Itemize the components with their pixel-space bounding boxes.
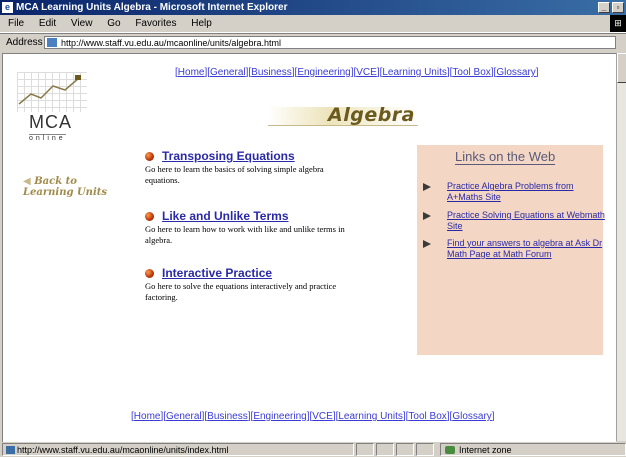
menu-bar: File Edit View Go Favorites Help ⊞ — [0, 15, 626, 33]
status-segment — [416, 443, 434, 456]
arrow-icon — [423, 240, 431, 248]
windows-logo-icon: ⊞ — [610, 15, 626, 32]
web-link-item: Find your answers to algebra at Ask Dr M… — [423, 238, 602, 274]
logo-subtext: online — [29, 134, 66, 142]
menu-edit[interactable]: Edit — [33, 15, 62, 32]
nav-learning-units[interactable]: Learning Units — [338, 411, 402, 422]
bottom-navigation: [Home][General][Business][Engineering][V… — [131, 411, 495, 422]
nav-tool-box[interactable]: Tool Box — [452, 67, 490, 78]
internet-zone-icon — [445, 446, 455, 454]
nav-home[interactable]: Home — [134, 411, 161, 422]
web-link-item: Practice Algebra Problems from A+Maths S… — [423, 181, 601, 205]
back-link-line2: Learning Units — [23, 187, 107, 198]
topic-description: Go here to solve the equations interacti… — [145, 281, 337, 302]
address-bar: Address http://www.staff.vu.edu.au/mcaon… — [0, 33, 626, 52]
minimize-button[interactable]: _ — [598, 2, 610, 13]
topic-item: Like and Unlike Terms Go here to learn h… — [145, 209, 375, 249]
nav-engineering[interactable]: Engineering — [253, 411, 306, 422]
arrow-icon — [423, 183, 431, 191]
web-link-webmath[interactable]: Practice Solving Equations at Webmath Si… — [447, 210, 607, 232]
menu-favorites[interactable]: Favorites — [129, 15, 182, 32]
mca-online-logo[interactable]: MCA online — [17, 72, 87, 142]
zone-text: Internet zone — [459, 445, 512, 455]
page-content: [Home][General][Business][Engineering][V… — [2, 53, 616, 442]
bullet-icon — [145, 212, 154, 221]
topic-link-transposing-equations[interactable]: Transposing Equations — [162, 149, 295, 163]
nav-glossary[interactable]: Glossary — [496, 67, 535, 78]
logo-text: MCA — [29, 112, 72, 132]
topic-link-like-unlike-terms[interactable]: Like and Unlike Terms — [162, 209, 289, 223]
scrollbar-thumb[interactable] — [617, 53, 626, 83]
nav-engineering[interactable]: Engineering — [297, 67, 350, 78]
nav-general[interactable]: General — [210, 67, 246, 78]
address-url: http://www.staff.vu.edu.au/mcaonline/uni… — [61, 38, 281, 48]
topic-item: Interactive Practice Go here to solve th… — [145, 266, 375, 306]
topic-link-interactive-practice[interactable]: Interactive Practice — [162, 266, 272, 280]
web-link-ask-dr-math[interactable]: Find your answers to algebra at Ask Dr M… — [447, 238, 607, 260]
bullet-icon — [145, 269, 154, 278]
nav-business[interactable]: Business — [251, 67, 292, 78]
nav-general[interactable]: General — [166, 411, 202, 422]
window-title: MCA Learning Units Algebra - Microsoft I… — [16, 2, 288, 13]
menu-go[interactable]: Go — [101, 15, 126, 32]
nav-vce[interactable]: VCE — [312, 411, 333, 422]
back-link-line1: Back to — [34, 176, 77, 187]
internet-explorer-icon: e — [2, 2, 13, 13]
window-title-bar[interactable]: e MCA Learning Units Algebra - Microsoft… — [0, 0, 626, 15]
window-controls: _ ▫ — [598, 2, 624, 13]
topic-description: Go here to learn how to work with like a… — [145, 224, 345, 245]
page-icon — [47, 38, 57, 47]
topic-description: Go here to learn the basics of solving s… — [145, 164, 324, 185]
address-input[interactable]: http://www.staff.vu.edu.au/mcaonline/uni… — [44, 36, 616, 49]
menu-file[interactable]: File — [0, 15, 30, 32]
logo-graph-icon — [18, 75, 81, 105]
status-segment — [376, 443, 394, 456]
nav-learning-units[interactable]: Learning Units — [382, 67, 446, 78]
security-zone: Internet zone — [440, 443, 626, 456]
web-link-aplusmaths[interactable]: Practice Algebra Problems from A+Maths S… — [447, 181, 607, 203]
address-label: Address — [6, 37, 43, 48]
nav-home[interactable]: Home — [178, 67, 205, 78]
nav-glossary[interactable]: Glossary — [452, 411, 491, 422]
top-navigation: [Home][General][Business][Engineering][V… — [175, 67, 539, 78]
menu-view[interactable]: View — [65, 15, 99, 32]
links-heading: Links on the Web — [455, 149, 556, 165]
status-bar: http://www.staff.vu.edu.au/mcaonline/uni… — [0, 443, 626, 456]
arrow-icon — [423, 212, 431, 220]
maximize-button[interactable]: ▫ — [612, 2, 624, 13]
bullet-icon — [145, 152, 154, 161]
status-segment — [356, 443, 374, 456]
nav-tool-box[interactable]: Tool Box — [408, 411, 446, 422]
page-title: Algebra — [328, 104, 415, 126]
status-text: http://www.staff.vu.edu.au/mcaonline/uni… — [17, 445, 229, 455]
page-icon — [6, 446, 15, 454]
web-link-item: Practice Solving Equations at Webmath Si… — [423, 210, 605, 234]
nav-vce[interactable]: VCE — [356, 67, 377, 78]
menu-help[interactable]: Help — [185, 15, 218, 32]
topic-item: Transposing Equations Go here to learn t… — [145, 149, 375, 189]
back-arrow-icon: ◀ — [23, 176, 31, 187]
web-links-box: Links on the Web Practice Algebra Proble… — [417, 145, 605, 355]
status-text-panel: http://www.staff.vu.edu.au/mcaonline/uni… — [2, 443, 354, 456]
nav-business[interactable]: Business — [207, 411, 248, 422]
vertical-scrollbar[interactable] — [616, 53, 626, 441]
status-segment — [396, 443, 414, 456]
back-to-learning-units-link[interactable]: ◀ Back to Learning Units — [23, 176, 107, 198]
